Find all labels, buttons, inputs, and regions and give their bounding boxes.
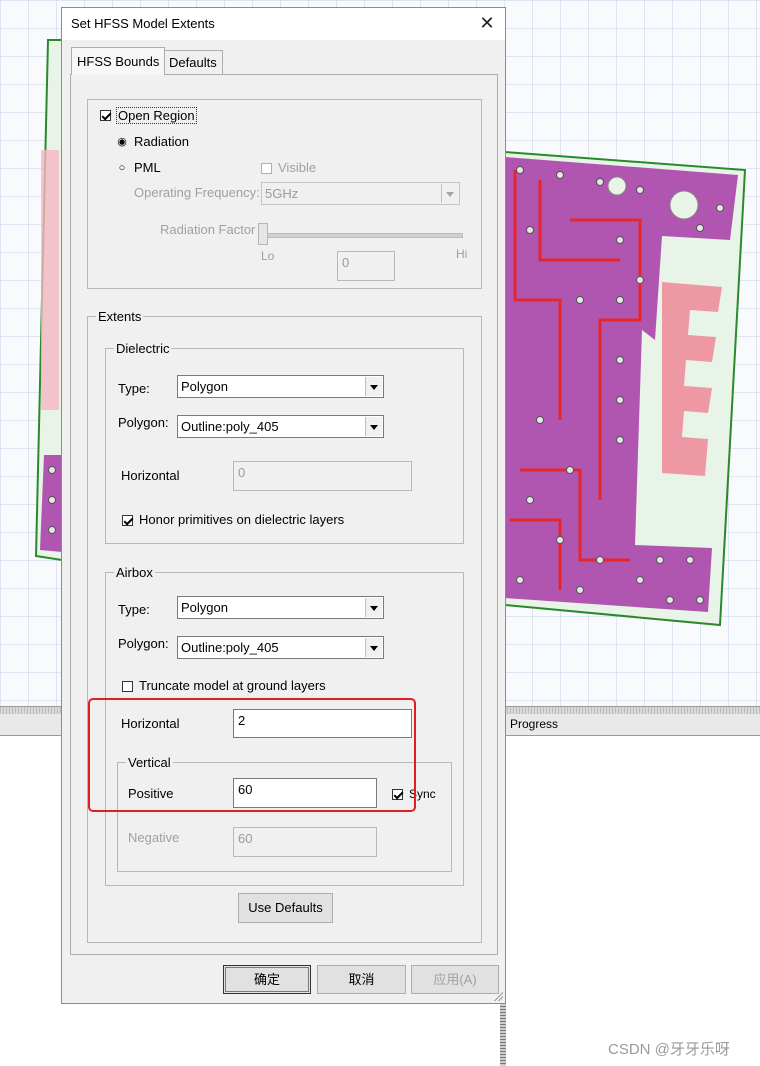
chevron-down-icon (441, 184, 458, 203)
dielectric-horizontal-input[interactable]: 0 (233, 461, 412, 491)
chevron-down-icon (365, 598, 382, 617)
hfss-model-extents-dialog: Set HFSS Model Extents ✕ HFSS Bounds Def… (61, 7, 506, 1004)
chevron-down-icon (365, 377, 382, 396)
radiation-factor-slider[interactable] (263, 233, 463, 238)
tab-panel: Open Region ◉ Radiation ○ PML Visible Op… (70, 74, 498, 955)
dielectric-type-label: Type: (118, 381, 150, 396)
slider-lo-label: Lo (261, 249, 275, 263)
splitter-handle[interactable] (500, 1000, 506, 1066)
mount-hole-2 (607, 176, 627, 196)
operating-frequency-select[interactable]: 5GHz (261, 182, 460, 205)
dialog-title: Set HFSS Model Extents (71, 16, 215, 31)
airbox-horizontal-label: Horizontal (121, 716, 180, 731)
dielectric-type-select[interactable]: Polygon (177, 375, 384, 398)
slider-thumb[interactable] (258, 223, 268, 245)
vertical-label: Vertical (126, 755, 173, 770)
close-icon[interactable]: ✕ (475, 12, 499, 34)
tab-defaults[interactable]: Defaults (163, 50, 223, 74)
truncate-ground-label: Truncate model at ground layers (139, 678, 326, 693)
honor-primitives-checkbox[interactable] (122, 515, 133, 526)
radiation-radio[interactable]: ◉ (117, 137, 127, 148)
chevron-down-icon (365, 417, 382, 436)
negative-label: Negative (128, 830, 180, 845)
dielectric-horizontal-label: Horizontal (121, 468, 180, 483)
airbox-polygon-label: Polygon: (118, 636, 169, 651)
airbox-polygon-select[interactable]: Outline:poly_405 (177, 636, 384, 659)
resize-grip[interactable] (493, 991, 503, 1001)
dielectric-polygon-label: Polygon: (118, 415, 169, 430)
pml-radio[interactable]: ○ (117, 163, 127, 174)
airbox-horizontal-input[interactable]: 2 (233, 709, 412, 738)
left-traces (41, 150, 59, 410)
airbox-label: Airbox (114, 565, 155, 580)
truncate-ground-checkbox[interactable] (122, 681, 133, 692)
visible-label: Visible (278, 160, 317, 175)
radiation-factor-input[interactable]: 0 (337, 251, 395, 281)
chevron-down-icon (365, 638, 382, 657)
visible-checkbox[interactable] (261, 163, 272, 174)
sync-checkbox[interactable] (392, 789, 403, 800)
tab-hfss-bounds[interactable]: HFSS Bounds (71, 47, 166, 75)
positive-input[interactable]: 60 (233, 778, 377, 808)
radiation-factor-label: Radiation Factor (160, 222, 256, 237)
extents-label: Extents (96, 309, 144, 324)
open-region-checkbox[interactable] (100, 110, 111, 121)
negative-input[interactable]: 60 (233, 827, 377, 857)
operating-frequency-label: Operating Frequency: (134, 185, 260, 200)
mount-hole (669, 190, 699, 220)
slider-hi-label: Hi (456, 247, 468, 261)
dielectric-polygon-select[interactable]: Outline:poly_405 (177, 415, 384, 438)
radiation-label: Radiation (134, 134, 189, 149)
airbox-type-label: Type: (118, 602, 150, 617)
ok-button[interactable]: 确定 (223, 965, 311, 994)
progress-label: Progress (510, 717, 559, 731)
pml-label: PML (134, 160, 161, 175)
dielectric-label: Dielectric (114, 341, 172, 356)
honor-primitives-label: Honor primitives on dielectric layers (139, 512, 345, 527)
watermark: CSDN @牙牙乐呀 (608, 1041, 730, 1058)
sync-label: Sync (409, 787, 436, 801)
apply-button[interactable]: 应用(A) (411, 965, 499, 994)
title-bar[interactable]: Set HFSS Model Extents ✕ (62, 8, 505, 40)
airbox-type-select[interactable]: Polygon (177, 596, 384, 619)
open-region-label: Open Region (116, 107, 197, 124)
cancel-button[interactable]: 取消 (317, 965, 406, 994)
use-defaults-button[interactable]: Use Defaults (238, 893, 333, 923)
positive-label: Positive (128, 786, 174, 801)
